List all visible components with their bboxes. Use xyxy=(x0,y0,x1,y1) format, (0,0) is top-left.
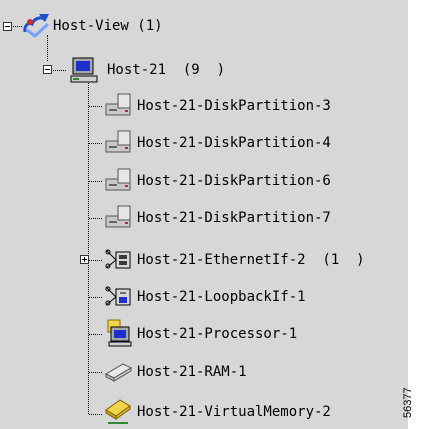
disk-partition-icon xyxy=(105,130,131,153)
loopback-interface-icon xyxy=(105,286,131,306)
tree-connector xyxy=(50,70,66,71)
tree-connector xyxy=(89,414,102,415)
tree-label-diskpartition-3: Host-21-DiskPartition-3 xyxy=(137,98,331,114)
collapse-toggle[interactable] xyxy=(3,22,12,31)
tree-connector xyxy=(89,106,102,107)
computer-monitor-icon xyxy=(70,57,98,83)
tree-label-host-view: Host-View (1) xyxy=(53,18,163,34)
collapse-toggle[interactable] xyxy=(43,65,52,74)
tree-label-processor-1: Host-21-Processor-1 xyxy=(137,326,298,342)
tree-connector xyxy=(89,297,102,298)
tree-label-ethernetif-2: Host-21-EthernetIf-2 (1 ) xyxy=(137,252,365,268)
disk-partition-icon xyxy=(105,168,131,191)
tree-connector xyxy=(89,372,102,373)
tree-panel: Host-View (1) Host-21 (9 ) Host-21-DiskP… xyxy=(0,0,408,429)
disk-partition-icon xyxy=(105,93,131,116)
tree-connector xyxy=(89,218,102,219)
tree-label-host-21: Host-21 (9 ) xyxy=(107,62,226,78)
figure-id: 56377 xyxy=(402,387,414,418)
expand-toggle[interactable] xyxy=(80,255,89,264)
tree-label-loopbackif-1: Host-21-LoopbackIf-1 xyxy=(137,289,306,305)
tree-label-ram-1: Host-21-RAM-1 xyxy=(137,364,247,380)
disk-partition-icon xyxy=(105,205,131,228)
tree-connector xyxy=(89,181,102,182)
processor-icon xyxy=(107,319,132,347)
tree-connector xyxy=(88,80,89,414)
tree-label-diskpartition-7: Host-21-DiskPartition-7 xyxy=(137,210,331,226)
tree-connector xyxy=(89,260,102,261)
ram-chip-icon xyxy=(104,363,133,382)
virtual-memory-icon xyxy=(105,399,131,424)
tree-label-diskpartition-6: Host-21-DiskPartition-6 xyxy=(137,173,331,189)
tree-label-virtualmemory-2: Host-21-VirtualMemory-2 xyxy=(137,404,331,420)
tree-connector xyxy=(89,143,102,144)
tree-connector xyxy=(89,334,102,335)
network-view-icon xyxy=(23,14,50,38)
ethernet-interface-icon xyxy=(105,249,131,269)
tree-label-diskpartition-4: Host-21-DiskPartition-4 xyxy=(137,135,331,151)
